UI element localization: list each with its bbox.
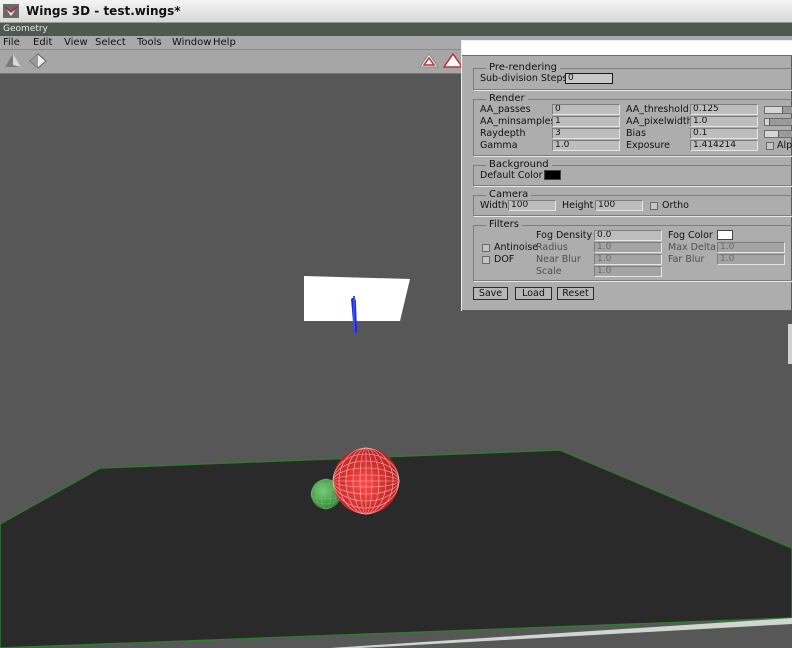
camera-width-label: Width [480,200,508,211]
radius-field[interactable]: 1.0 [594,242,662,253]
aa-minsamples-field[interactable]: 1 [552,116,620,127]
raydepth-field[interactable]: 3 [552,128,620,139]
subdivision-steps-label: Sub-division Steps [480,73,568,84]
menu-view[interactable]: View [64,37,88,48]
red-sphere-object[interactable] [332,447,400,515]
camera-height-field[interactable]: 100 [595,200,643,211]
title-bar: Wings 3D - test.wings* [0,0,792,23]
exposure-field[interactable]: 1.414214 [690,140,758,151]
body-mode-icon[interactable] [443,52,463,70]
load-button[interactable]: Load [515,287,552,300]
ortho-label: Ortho [662,200,689,211]
ortho-checkbox[interactable] [650,202,658,210]
gamma-label: Gamma [480,140,518,151]
max-delta-label: Max Delta [668,242,717,253]
subdivision-steps-field[interactable]: 0 [565,73,613,84]
far-blur-field[interactable]: 1.0 [717,254,785,265]
near-blur-field[interactable]: 1.0 [594,254,662,265]
aa-pixelwidth-label: AA_pixelwidth [626,116,693,127]
aa-pixelwidth-field[interactable]: 1.0 [690,116,758,127]
bias-label: Bias [626,128,646,139]
default-color-label: Default Color [480,170,543,181]
default-color-swatch[interactable] [544,170,561,180]
bias-field[interactable]: 0.1 [690,128,758,139]
aa-threshold-label: AA_threshold [626,104,689,115]
background-title: Background [486,159,552,170]
scale-label: Scale [536,266,562,277]
max-delta-field[interactable]: 1.0 [717,242,785,253]
dof-checkbox[interactable] [482,256,490,264]
geometry-window-label: Geometry [0,23,792,36]
alpha-label: Alph [777,140,792,151]
gamma-field[interactable]: 1.0 [552,140,620,151]
render-options-dialog: Pre-rendering Sub-division Steps 0 Rende… [461,40,792,311]
aa-passes-field[interactable]: 0 [552,104,620,115]
edge-mode-icon[interactable] [28,52,48,70]
render-group: Render AA_passes 0 AA_threshold 0.125 AA… [473,93,792,156]
filters-title: Filters [486,219,522,230]
white-plane-object[interactable] [304,276,410,321]
reset-button[interactable]: Reset [557,287,594,300]
antinoise-checkbox[interactable] [482,244,490,252]
window-title: Wings 3D - test.wings* [26,4,181,18]
menu-select[interactable]: Select [95,37,126,48]
camera-width-field[interactable]: 100 [508,200,556,211]
dialog-title-bar[interactable] [462,41,792,56]
aa-threshold-slider[interactable] [764,106,792,114]
wings-app-icon[interactable] [3,4,19,18]
prerendering-title: Pre-rendering [486,62,560,73]
menu-file[interactable]: File [3,37,20,48]
aa-minsamples-label: AA_minsamples [480,116,556,127]
background-group: Background Default Color [473,159,792,186]
aa-threshold-field[interactable]: 0.125 [690,104,758,115]
menu-tools[interactable]: Tools [137,37,162,48]
radius-label: Radius [536,242,568,253]
fog-density-label: Fog Density [536,230,593,241]
antinoise-label: Antinoise [494,242,539,253]
fog-density-field[interactable]: 0.0 [594,230,662,241]
raydepth-label: Raydepth [480,128,526,139]
bias-slider[interactable] [764,130,792,138]
vertex-mode-icon[interactable] [3,52,23,70]
prerendering-group: Pre-rendering Sub-division Steps 0 [473,62,792,90]
menu-edit[interactable]: Edit [33,37,52,48]
menu-help[interactable]: Help [213,37,236,48]
near-blur-label: Near Blur [536,254,581,265]
exposure-label: Exposure [626,140,670,151]
render-title: Render [486,93,528,104]
fog-color-swatch[interactable] [717,230,733,240]
filters-group: Filters Fog Density 0.0 Fog Color Antino… [473,219,792,281]
far-blur-label: Far Blur [668,254,705,265]
scale-field[interactable]: 1.0 [594,266,662,277]
dof-label: DOF [494,254,515,265]
camera-group: Camera Width 100 Height 100 Ortho [473,189,792,216]
menu-window[interactable]: Window [172,37,211,48]
camera-height-label: Height [562,200,594,211]
aa-passes-label: AA_passes [480,104,531,115]
alpha-checkbox[interactable] [766,142,774,150]
viewport-edge-marker [788,324,792,364]
aa-pixelwidth-slider[interactable] [764,118,792,126]
fog-color-label: Fog Color [668,230,713,241]
camera-title: Camera [486,189,532,200]
save-button[interactable]: Save [473,287,508,300]
face-mode-icon[interactable] [418,52,440,70]
